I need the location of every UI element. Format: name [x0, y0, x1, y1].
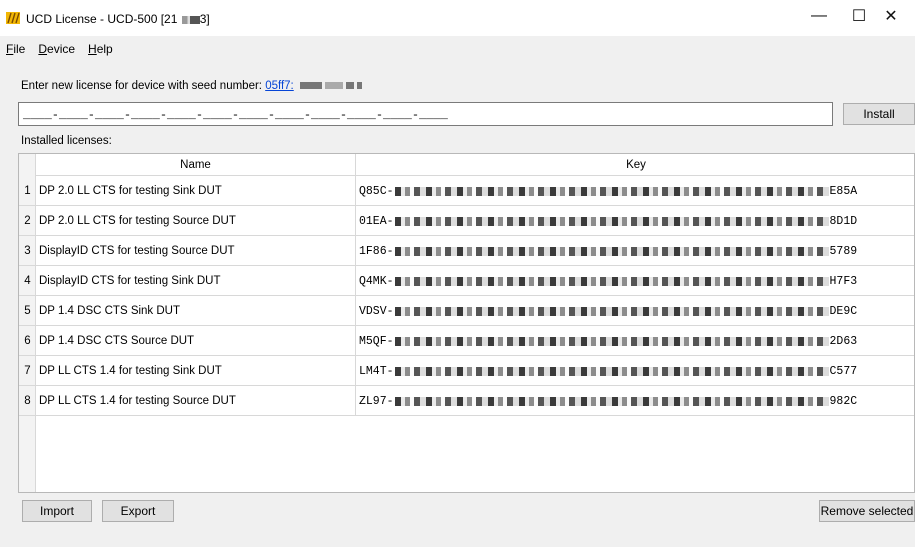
remove-selected-button[interactable]: Remove selected [819, 500, 915, 522]
row-number: 4 [24, 275, 31, 287]
table-row[interactable]: 4 DisplayID CTS for testing Sink DUT Q4MK-… [19, 266, 914, 296]
license-name-cell: DP LL CTS 1.4 for testing Sink DUT [36, 356, 356, 386]
key-prefix: 01EA- [359, 214, 394, 228]
redacted-key [394, 186, 829, 196]
window-title: UCD License - UCD-500 [21 3] [26, 12, 210, 26]
table-row[interactable]: 6 DP 1.4 DSC CTS Source DUT M5QF- 2D63 [19, 326, 914, 356]
license-key-cell: Q4MK- H7F3 [356, 266, 914, 296]
key-suffix: DE9C [829, 304, 858, 318]
row-number: 1 [24, 185, 31, 197]
redacted-key [394, 396, 829, 406]
key-suffix: 5789 [829, 244, 858, 258]
key-suffix: C577 [829, 364, 858, 378]
row-number: 2 [24, 215, 31, 227]
license-name-cell: DP 1.4 DSC CTS Sink DUT [36, 296, 356, 326]
key-prefix: M5QF- [359, 334, 394, 348]
table-row[interactable]: 3 DisplayID CTS for testing Source DUT 1F8… [19, 236, 914, 266]
row-number: 7 [24, 365, 31, 377]
license-key-cell: Q85C- E85A [356, 176, 914, 206]
key-prefix: LM4T- [359, 364, 394, 378]
seed-number-link[interactable]: 05ff7: [265, 80, 294, 92]
row-number: 5 [24, 305, 31, 317]
column-header-key[interactable]: Key [356, 154, 914, 176]
licenses-table[interactable]: Name Key 1 DP 2.0 LL CTS for testing Sink… [18, 153, 915, 493]
app-logo-icon [6, 12, 20, 24]
key-prefix: ZL97- [359, 394, 394, 408]
table-row[interactable]: 5 DP 1.4 DSC CTS Sink DUT VDSV- DE9C [19, 296, 914, 326]
redacted-key [394, 246, 829, 256]
redacted-serial [181, 15, 200, 24]
redacted-seed [356, 82, 362, 90]
redacted-seed [299, 82, 322, 90]
menu-device[interactable]: Device [32, 42, 82, 60]
close-button[interactable]: ✕ [868, 0, 914, 32]
key-suffix: H7F3 [829, 274, 858, 288]
license-name-cell: DP 2.0 LL CTS for testing Sink DUT [36, 176, 356, 206]
license-key-cell: M5QF- 2D63 [356, 326, 914, 356]
import-button[interactable]: Import [22, 500, 92, 522]
key-prefix: VDSV- [359, 304, 394, 318]
seed-label-text: Enter new license for device with seed n… [21, 80, 262, 92]
redacted-key [394, 216, 829, 226]
redacted-key [394, 276, 829, 286]
row-number: 8 [24, 395, 31, 407]
seed-label: Enter new license for device with seed n… [21, 80, 362, 92]
license-key-cell: ZL97- 982C [356, 386, 914, 416]
redacted-key [394, 336, 829, 346]
license-name-cell: DisplayID CTS for testing Source DUT [36, 236, 356, 266]
key-prefix: Q85C- [359, 184, 394, 198]
license-name-cell: DP 2.0 LL CTS for testing Source DUT [36, 206, 356, 236]
license-name-cell: DP LL CTS 1.4 for testing Source DUT [36, 386, 356, 416]
license-key-cell: 1F86- 5789 [356, 236, 914, 266]
license-key-cell: VDSV- DE9C [356, 296, 914, 326]
row-number: 3 [24, 245, 31, 257]
redacted-seed [324, 82, 343, 90]
key-suffix: 8D1D [829, 214, 858, 228]
key-suffix: 2D63 [829, 334, 858, 348]
table-row[interactable]: 1 DP 2.0 LL CTS for testing Sink DUT Q85C-… [19, 176, 914, 206]
redacted-key [394, 366, 829, 376]
install-button[interactable]: Install [843, 103, 915, 125]
key-prefix: Q4MK- [359, 274, 394, 288]
license-name-cell: DP 1.4 DSC CTS Source DUT [36, 326, 356, 356]
menu-help[interactable]: Help [82, 42, 120, 60]
license-key-cell: LM4T- C577 [356, 356, 914, 386]
table-row[interactable]: 8 DP LL CTS 1.4 for testing Source DUT ZL9… [19, 386, 914, 416]
export-button[interactable]: Export [102, 500, 174, 522]
title-bar: UCD License - UCD-500 [21 3] — ☐ ✕ [0, 0, 915, 36]
key-suffix: 982C [829, 394, 858, 408]
row-number: 6 [24, 335, 31, 347]
table-row[interactable]: 2 DP 2.0 LL CTS for testing Source DUT 01E… [19, 206, 914, 236]
license-key-cell: 01EA- 8D1D [356, 206, 914, 236]
table-row[interactable]: 7 DP LL CTS 1.4 for testing Sink DUT LM4T-… [19, 356, 914, 386]
menu-bar: File Device Help [0, 42, 120, 60]
key-suffix: E85A [829, 184, 858, 198]
installed-licenses-label: Installed licenses: [21, 135, 112, 147]
redacted-seed [345, 82, 354, 90]
key-prefix: 1F86- [359, 244, 394, 258]
license-name-cell: DisplayID CTS for testing Sink DUT [36, 266, 356, 296]
column-header-name[interactable]: Name [36, 154, 356, 176]
license-input[interactable]: ____-____-____-____-____-____-____-____-… [18, 102, 833, 126]
redacted-key [394, 306, 829, 316]
menu-file[interactable]: File [0, 42, 32, 60]
